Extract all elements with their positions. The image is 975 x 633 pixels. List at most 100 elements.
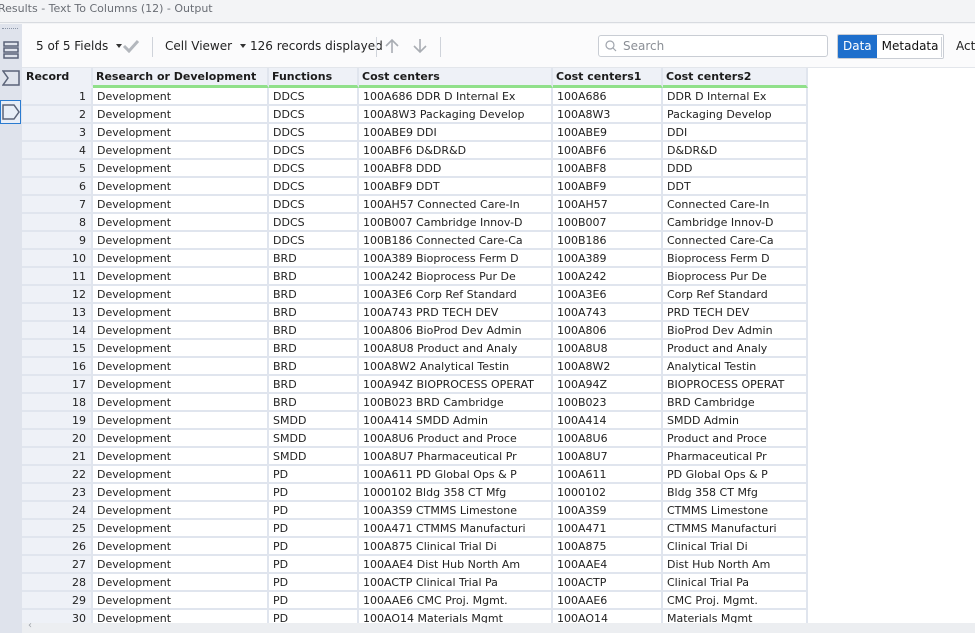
cell-functions[interactable]: PD bbox=[269, 484, 359, 502]
cell-cost-centers[interactable]: 100AH57 Connected Care-In bbox=[359, 196, 553, 214]
scroll-up-button[interactable] bbox=[384, 24, 400, 68]
column-header-cost-centers2[interactable]: Cost centers2 bbox=[663, 68, 808, 88]
fields-selector-dropdown[interactable]: 5 of 5 Fields bbox=[36, 24, 123, 68]
cell-record[interactable]: 30 bbox=[22, 610, 93, 623]
cell-record[interactable]: 24 bbox=[22, 502, 93, 520]
cell-cost-centers[interactable]: 100B023 BRD Cambridge bbox=[359, 394, 553, 412]
cell-research-or-development[interactable]: Development bbox=[93, 142, 269, 160]
cell-functions[interactable]: DDCS bbox=[269, 142, 359, 160]
cell-cost-centers2[interactable]: Clinical Trial Di bbox=[663, 538, 808, 556]
cell-research-or-development[interactable]: Development bbox=[93, 376, 269, 394]
cell-cost-centers1[interactable]: 100A8U7 bbox=[553, 448, 663, 466]
cell-cost-centers2[interactable]: DDI bbox=[663, 124, 808, 142]
actions-menu-button[interactable]: Act bbox=[956, 24, 975, 68]
cell-functions[interactable]: DDCS bbox=[269, 214, 359, 232]
cell-cost-centers2[interactable]: Product and Proce bbox=[663, 430, 808, 448]
cell-cost-centers[interactable]: 100A94Z BIOPROCESS OPERAT bbox=[359, 376, 553, 394]
column-header-functions[interactable]: Functions bbox=[269, 68, 359, 88]
cell-functions[interactable]: BRD bbox=[269, 286, 359, 304]
cell-cost-centers2[interactable]: CMC Proj. Mgmt. bbox=[663, 592, 808, 610]
table-row[interactable]: 15 Development BRD 100A8U8 Product and Anal… bbox=[22, 340, 808, 358]
cell-research-or-development[interactable]: Development bbox=[93, 304, 269, 322]
cell-cost-centers1[interactable]: 100A242 bbox=[553, 268, 663, 286]
table-row[interactable]: 21 Development SMDD 100A8U7 Pharmaceutical … bbox=[22, 448, 808, 466]
cell-research-or-development[interactable]: Development bbox=[93, 214, 269, 232]
cell-cost-centers1[interactable]: 100ABE9 bbox=[553, 124, 663, 142]
cell-cost-centers2[interactable]: Bioprocess Ferm D bbox=[663, 250, 808, 268]
cell-research-or-development[interactable]: Development bbox=[93, 448, 269, 466]
cell-record[interactable]: 29 bbox=[22, 592, 93, 610]
cell-record[interactable]: 8 bbox=[22, 214, 93, 232]
column-header-record[interactable]: Record bbox=[22, 68, 93, 88]
cell-research-or-development[interactable]: Development bbox=[93, 358, 269, 376]
search-box[interactable] bbox=[598, 35, 828, 57]
cell-cost-centers[interactable]: 100AAE4 Dist Hub North Am bbox=[359, 556, 553, 574]
table-row[interactable]: 17 Development BRD 100A94Z BIOPROCESS OPERA… bbox=[22, 376, 808, 394]
cell-research-or-development[interactable]: Development bbox=[93, 322, 269, 340]
cell-cost-centers1[interactable]: 100A8W2 bbox=[553, 358, 663, 376]
cell-cost-centers2[interactable]: Corp Ref Standard bbox=[663, 286, 808, 304]
cell-cost-centers1[interactable]: 100AH57 bbox=[553, 196, 663, 214]
cell-research-or-development[interactable]: Development bbox=[93, 160, 269, 178]
table-row[interactable]: 2 Development DDCS 100A8W3 Packaging Develo… bbox=[22, 106, 808, 124]
cell-cost-centers2[interactable]: Connected Care-Ca bbox=[663, 232, 808, 250]
scroll-down-button[interactable] bbox=[412, 24, 428, 68]
cell-cost-centers2[interactable]: Analytical Testin bbox=[663, 358, 808, 376]
cell-research-or-development[interactable]: Development bbox=[93, 394, 269, 412]
cell-record[interactable]: 19 bbox=[22, 412, 93, 430]
cell-cost-centers2[interactable]: PRD TECH DEV bbox=[663, 304, 808, 322]
cell-functions[interactable]: PD bbox=[269, 610, 359, 623]
cell-cost-centers2[interactable]: BioProd Dev Admin bbox=[663, 322, 808, 340]
cell-cost-centers1[interactable]: 100A743 bbox=[553, 304, 663, 322]
cell-functions[interactable]: SMDD bbox=[269, 412, 359, 430]
cell-functions[interactable]: BRD bbox=[269, 322, 359, 340]
table-row[interactable]: 9 Development DDCS 100B186 Connected Care-C… bbox=[22, 232, 808, 250]
cell-research-or-development[interactable]: Development bbox=[93, 610, 269, 623]
cell-cost-centers[interactable]: 100A611 PD Global Ops & P bbox=[359, 466, 553, 484]
table-row[interactable]: 3 Development DDCS 100ABE9 DDI 100ABE9 DDI bbox=[22, 124, 808, 142]
cell-cost-centers[interactable]: 100A8W2 Analytical Testin bbox=[359, 358, 553, 376]
cell-cost-centers1[interactable]: 100B007 bbox=[553, 214, 663, 232]
cell-cost-centers1[interactable]: 100A3S9 bbox=[553, 502, 663, 520]
cell-functions[interactable]: SMDD bbox=[269, 430, 359, 448]
cell-research-or-development[interactable]: Development bbox=[93, 232, 269, 250]
cell-cost-centers[interactable]: 100A8W3 Packaging Develop bbox=[359, 106, 553, 124]
cell-cost-centers[interactable]: 100A389 Bioprocess Ferm D bbox=[359, 250, 553, 268]
cell-cost-centers1[interactable]: 100AAE6 bbox=[553, 592, 663, 610]
cell-cost-centers[interactable]: 100A471 CTMMS Manufacturi bbox=[359, 520, 553, 538]
rail-grip-handle[interactable] bbox=[2, 28, 18, 30]
cell-record[interactable]: 6 bbox=[22, 178, 93, 196]
cell-cost-centers1[interactable]: 100A3E6 bbox=[553, 286, 663, 304]
cell-research-or-development[interactable]: Development bbox=[93, 412, 269, 430]
horizontal-scrollbar[interactable]: ‹ bbox=[22, 620, 975, 633]
cell-functions[interactable]: PD bbox=[269, 502, 359, 520]
cell-record[interactable]: 5 bbox=[22, 160, 93, 178]
cell-record[interactable]: 15 bbox=[22, 340, 93, 358]
cell-cost-centers[interactable]: 100ACTP Clinical Trial Pa bbox=[359, 574, 553, 592]
scroll-left-icon[interactable]: ‹ bbox=[28, 620, 32, 631]
cell-record[interactable]: 25 bbox=[22, 520, 93, 538]
cell-cost-centers2[interactable]: DDR D Internal Ex bbox=[663, 88, 808, 106]
cell-viewer-dropdown[interactable]: Cell Viewer bbox=[165, 24, 247, 68]
cell-cost-centers2[interactable]: D&DR&D bbox=[663, 142, 808, 160]
cell-cost-centers1[interactable]: 100A8U6 bbox=[553, 430, 663, 448]
cell-cost-centers[interactable]: 100A686 DDR D Internal Ex bbox=[359, 88, 553, 106]
cell-cost-centers1[interactable]: 100B023 bbox=[553, 394, 663, 412]
column-header-cost-centers1[interactable]: Cost centers1 bbox=[553, 68, 663, 88]
cell-cost-centers1[interactable]: 100A611 bbox=[553, 466, 663, 484]
cell-functions[interactable]: BRD bbox=[269, 394, 359, 412]
cell-cost-centers1[interactable]: 100A414 bbox=[553, 412, 663, 430]
cell-research-or-development[interactable]: Development bbox=[93, 430, 269, 448]
cell-cost-centers1[interactable]: 100A686 bbox=[553, 88, 663, 106]
column-header-cost-centers[interactable]: Cost centers bbox=[359, 68, 553, 88]
cell-record[interactable]: 26 bbox=[22, 538, 93, 556]
cell-functions[interactable]: PD bbox=[269, 556, 359, 574]
table-row[interactable]: 24 Development PD 100A3S9 CTMMS Limestone 10… bbox=[22, 502, 808, 520]
cell-cost-centers1[interactable]: 100A806 bbox=[553, 322, 663, 340]
cell-cost-centers2[interactable]: BIOPROCESS OPERAT bbox=[663, 376, 808, 394]
cell-functions[interactable]: DDCS bbox=[269, 88, 359, 106]
cell-research-or-development[interactable]: Development bbox=[93, 286, 269, 304]
cell-cost-centers[interactable]: 100A875 Clinical Trial Di bbox=[359, 538, 553, 556]
cell-cost-centers[interactable]: 100A806 BioProd Dev Admin bbox=[359, 322, 553, 340]
table-row[interactable]: 11 Development BRD 100A242 Bioprocess Pur D… bbox=[22, 268, 808, 286]
